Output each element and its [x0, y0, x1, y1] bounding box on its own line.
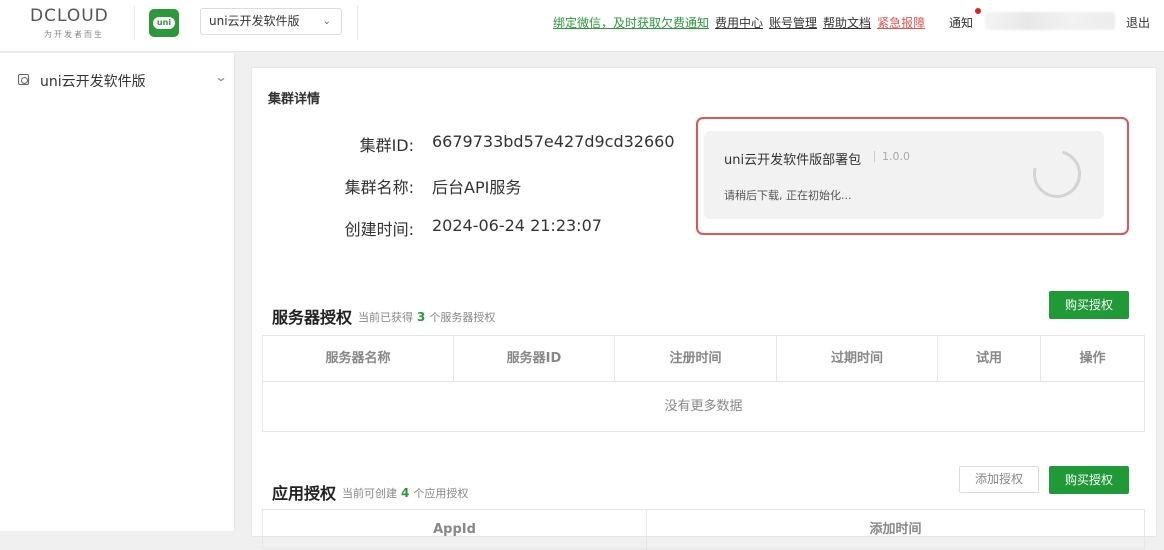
created-time-label-wrap: 创建时间: — [292, 216, 414, 239]
logo-text: DCLOUD — [30, 6, 109, 26]
column-header[interactable]: 服务器ID — [454, 336, 615, 382]
app-select-value: uni云开发软件版 — [209, 14, 300, 28]
chevron-down-icon: ⌄ — [213, 70, 229, 84]
cluster-id-label: 集群ID: — [359, 136, 414, 155]
sidebar-item-label: uni云开发软件版 — [40, 74, 146, 90]
dcloud-logo[interactable]: DCLOUD 为开发者而生 — [30, 6, 120, 40]
package-status: 请稍后下载, 正在初始化... — [724, 189, 852, 202]
add-auth-button[interactable]: 添加授权 — [959, 466, 1039, 493]
app-select[interactable]: uni云开发软件版 ⌄ — [200, 8, 342, 35]
package-version: 1.0.0 — [874, 151, 910, 162]
app-auth-count: 4 — [401, 486, 410, 500]
cluster-id-label-wrap: 集群ID: — [292, 132, 414, 155]
sidebar-item-uni-cloud[interactable]: uni云开发软件版 ⌄ — [18, 70, 229, 91]
chevron-down-icon: ⌄ — [322, 16, 331, 27]
billing-center-link[interactable]: 费用中心 — [715, 16, 763, 30]
server-auth-subtitle: 当前已获得 3 个服务器授权 — [358, 309, 495, 325]
server-auth-count: 3 — [417, 310, 426, 324]
cluster-name-value: 后台API服务 — [432, 178, 522, 197]
notice-link[interactable]: 通知 — [949, 14, 973, 31]
emergency-report-link[interactable]: 紧急报障 — [877, 16, 925, 30]
app-auth-title: 应用授权 — [272, 484, 337, 503]
column-header[interactable]: 过期时间 — [777, 336, 938, 382]
help-docs-link[interactable]: 帮助文档 — [823, 16, 871, 30]
uni-logo-text: uni — [153, 17, 175, 29]
column-header[interactable]: 添加时间 — [647, 510, 1144, 550]
column-header[interactable]: 操作 — [1041, 336, 1144, 382]
top-bar: DCLOUD 为开发者而生 uni uni云开发软件版 ⌄ 绑定微信，及时获取欠… — [0, 0, 1164, 52]
buy-app-auth-button[interactable]: 购买授权 — [1049, 466, 1129, 494]
column-header[interactable]: 试用 — [938, 336, 1041, 382]
cluster-name-label: 集群名称: — [344, 178, 414, 197]
main-panel: 集群详情 集群ID: 6679733bd57e427d9cd32660 集群名称… — [251, 67, 1157, 550]
server-auth-sub-suffix: 个服务器授权 — [429, 311, 496, 324]
bind-wechat-link[interactable]: 绑定微信，及时获取欠费通知 — [553, 16, 709, 30]
logout-link[interactable]: 退出 — [1126, 14, 1150, 31]
sidebar: uni云开发软件版 ⌄ — [0, 53, 235, 531]
app-auth-sub-suffix: 个应用授权 — [413, 487, 469, 500]
divider — [134, 6, 135, 40]
buy-server-auth-button[interactable]: 购买授权 — [1049, 291, 1129, 319]
divider — [357, 6, 358, 40]
column-header[interactable]: 注册时间 — [615, 336, 777, 382]
app-auth-subtitle: 当前可创建 4 个应用授权 — [342, 485, 468, 501]
loading-spinner-icon — [1024, 141, 1090, 207]
top-links: 绑定微信，及时获取欠费通知 费用中心 账号管理 帮助文档 紧急报障 — [553, 14, 931, 31]
server-auth-title: 服务器授权 — [272, 308, 353, 327]
empty-state-text: 没有更多数据 — [664, 399, 743, 414]
uni-cloud-logo-icon: uni — [149, 9, 179, 37]
logo-subtitle: 为开发者而生 — [44, 30, 104, 39]
account-management-link[interactable]: 账号管理 — [769, 16, 817, 30]
server-auth-table: 服务器名称 服务器ID 注册时间 过期时间 试用 操作 没有更多数据 — [262, 335, 1145, 432]
deploy-package-card: uni云开发软件版部署包 1.0.0 请稍后下载, 正在初始化... — [704, 131, 1104, 219]
app-icon — [18, 74, 29, 85]
avatar[interactable] — [985, 12, 1115, 30]
column-header[interactable]: AppId — [263, 510, 647, 550]
cluster-name-label-wrap: 集群名称: — [292, 174, 414, 197]
app-auth-table: AppId 添加时间 — [262, 509, 1145, 550]
app-auth-sub-prefix: 当前可创建 — [342, 487, 397, 500]
cluster-id-value: 6679733bd57e427d9cd32660 — [432, 132, 675, 151]
cluster-section-title: 集群详情 — [268, 92, 321, 107]
created-time-value: 2024-06-24 21:23:07 — [432, 216, 602, 235]
server-auth-sub-prefix: 当前已获得 — [358, 311, 413, 324]
package-title: uni云开发软件版部署包 — [724, 153, 862, 168]
column-header[interactable]: 服务器名称 — [263, 336, 454, 382]
notification-dot — [975, 8, 981, 14]
created-time-label: 创建时间: — [344, 220, 414, 239]
